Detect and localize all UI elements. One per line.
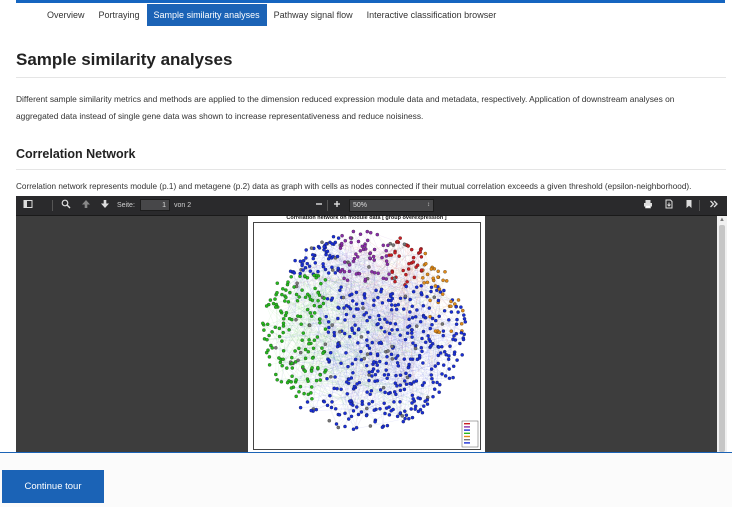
- top-accent-bar: [16, 0, 725, 3]
- network-plot: [253, 222, 481, 450]
- toolbar-divider: [52, 200, 53, 211]
- page-label: Seite:: [117, 202, 135, 209]
- vertical-scrollbar[interactable]: ▲: [717, 216, 727, 452]
- scroll-up-icon[interactable]: ▲: [717, 216, 727, 224]
- toolbar-divider: [699, 200, 700, 211]
- correlation-network-graph: [261, 229, 479, 448]
- pdf-page: Correlation network on module data [ gro…: [248, 215, 485, 452]
- scrollbar-thumb[interactable]: [719, 225, 725, 452]
- tab-sample-similarity[interactable]: Sample similarity analyses: [146, 4, 267, 26]
- tab-classification-browser[interactable]: Interactive classification browser: [360, 4, 504, 26]
- previous-page-icon[interactable]: [80, 199, 92, 212]
- toolbar-divider: [327, 200, 328, 211]
- legend-swatch: [464, 435, 470, 438]
- legend-swatch: [464, 439, 470, 441]
- tab-pathway-signal-flow[interactable]: Pathway signal flow: [267, 4, 360, 26]
- pdf-toolbar: Seite: von 2 50% ↕: [16, 196, 727, 216]
- nav-tabs: Overview Portraying Sample similarity an…: [40, 4, 503, 26]
- zoom-out-icon[interactable]: [313, 199, 325, 212]
- legend-swatch: [464, 423, 470, 425]
- tab-overview[interactable]: Overview: [40, 4, 92, 26]
- title-divider: [16, 77, 726, 78]
- tour-footer: [0, 453, 732, 507]
- page-title: Sample similarity analyses: [16, 50, 233, 69]
- document-title: Correlation network on module data [ gro…: [286, 215, 447, 221]
- zoom-value: 50%: [353, 202, 368, 209]
- chevron-updown-icon: ↕: [427, 202, 430, 208]
- next-page-icon[interactable]: [99, 199, 111, 212]
- page-total: von 2: [174, 202, 192, 209]
- download-icon[interactable]: [663, 199, 675, 212]
- search-icon[interactable]: [60, 199, 72, 212]
- tools-icon[interactable]: [708, 199, 720, 212]
- print-icon[interactable]: [642, 199, 654, 212]
- continue-tour-button[interactable]: Continue tour: [2, 470, 104, 503]
- tab-portraying[interactable]: Portraying: [92, 4, 147, 26]
- bookmark-icon[interactable]: [683, 199, 695, 212]
- legend-swatch: [464, 429, 470, 431]
- zoom-select[interactable]: 50% ↕: [349, 199, 434, 212]
- pdf-viewer: Seite: von 2 50% ↕ Correlation network o…: [16, 196, 727, 452]
- sidebar-toggle-icon[interactable]: [22, 199, 34, 212]
- legend-swatch: [464, 432, 470, 434]
- zoom-in-icon[interactable]: [331, 199, 343, 212]
- page-number-input[interactable]: [140, 199, 170, 211]
- legend-swatch: [464, 426, 470, 428]
- section-description: Correlation network represents module (p…: [16, 182, 692, 191]
- section-title: Correlation Network: [16, 147, 136, 161]
- section-divider: [16, 169, 726, 170]
- legend-swatch: [464, 442, 470, 444]
- intro-text: Different sample similarity metrics and …: [16, 94, 675, 121]
